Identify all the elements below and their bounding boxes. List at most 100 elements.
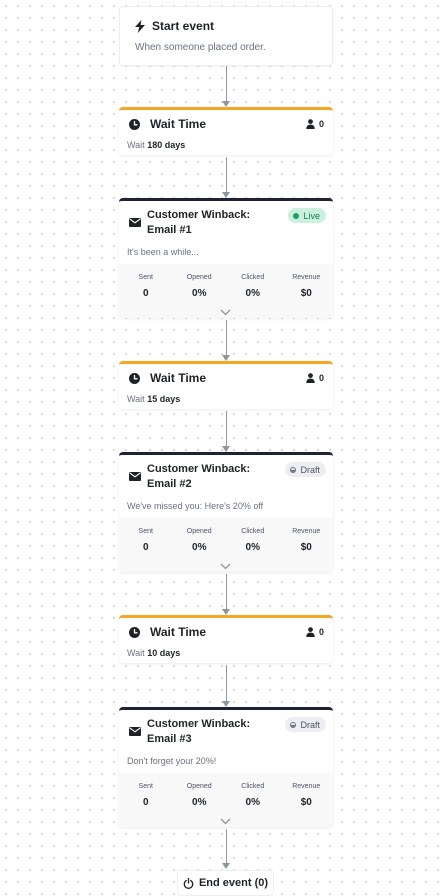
person-icon xyxy=(306,119,315,129)
people-count-value: 0 xyxy=(318,119,324,129)
status-badge: Draft xyxy=(285,717,326,732)
clock-icon xyxy=(129,626,140,638)
connector-line xyxy=(226,66,227,102)
connector-arrow xyxy=(222,863,230,869)
email-title: Customer Winback: Email #1 xyxy=(147,209,251,236)
envelope-icon xyxy=(129,218,141,227)
connector-line xyxy=(226,157,227,193)
email-node-2[interactable]: Customer Winback: Email #2 Draft We've m… xyxy=(119,452,333,572)
wait-prefix: Wait xyxy=(127,140,145,150)
wait-people-count: 0 xyxy=(306,119,324,129)
stat-revenue: Revenue $0 xyxy=(280,773,334,827)
stat-value: 0% xyxy=(192,797,207,808)
wait-duration: Wait 180 days xyxy=(127,140,185,150)
stat-label: Sent xyxy=(138,274,153,281)
wait-time-node-1[interactable]: Wait Time 0 Wait 180 days xyxy=(119,107,333,155)
wait-prefix: Wait xyxy=(127,648,145,658)
draft-icon xyxy=(290,466,297,473)
stat-revenue: Revenue $0 xyxy=(280,264,334,318)
stat-label: Revenue xyxy=(292,528,321,535)
wait-time-node-2[interactable]: Wait Time 0 Wait 15 days xyxy=(119,361,333,409)
wait-duration-value: 180 days xyxy=(147,140,186,150)
start-event-description: When someone placed order. xyxy=(135,42,266,53)
stat-opened: Opened 0% xyxy=(173,773,227,827)
wait-duration-value: 15 days xyxy=(147,394,181,404)
stat-opened: Opened 0% xyxy=(173,518,227,572)
email-title: Customer Winback: Email #2 xyxy=(147,463,251,490)
stat-label: Clicked xyxy=(241,274,265,281)
stat-value: 0% xyxy=(245,797,260,808)
wait-duration-value: 10 days xyxy=(147,648,181,658)
stat-value: $0 xyxy=(300,288,312,299)
start-event-title: Start event xyxy=(152,19,215,33)
stat-label: Clicked xyxy=(241,783,265,790)
status-badge-label: Draft xyxy=(300,719,320,730)
email-subject: It's been a while... xyxy=(127,247,199,257)
stat-value: 0% xyxy=(245,542,260,553)
start-event-node[interactable]: Start event When someone placed order. xyxy=(119,6,333,66)
lightning-bolt-icon xyxy=(135,19,145,33)
wait-people-count: 0 xyxy=(306,627,324,637)
power-icon xyxy=(183,877,194,889)
connector-line xyxy=(226,665,227,702)
start-event-header: Start event xyxy=(134,19,214,33)
chevron-down-icon[interactable] xyxy=(220,563,231,570)
wait-time-title: Wait Time xyxy=(150,117,207,131)
stat-sent: Sent 0 xyxy=(119,518,173,572)
stat-label: Sent xyxy=(138,783,153,790)
status-badge: Live xyxy=(288,208,326,223)
stat-label: Opened xyxy=(186,528,212,535)
stat-value: 0% xyxy=(192,288,207,299)
stat-opened: Opened 0% xyxy=(173,264,227,318)
chevron-down-icon[interactable] xyxy=(220,818,231,825)
end-event-label: End event (0) xyxy=(198,877,269,889)
wait-duration: Wait 10 days xyxy=(127,648,180,658)
connector-line xyxy=(226,574,227,610)
stat-value: 0 xyxy=(142,542,149,553)
stat-label: Sent xyxy=(138,528,153,535)
connector-line xyxy=(226,411,227,447)
stat-value: 0% xyxy=(192,542,207,553)
stat-clicked: Clicked 0% xyxy=(226,518,280,572)
end-event-node[interactable]: End event (0) xyxy=(177,870,274,896)
wait-duration: Wait 15 days xyxy=(127,394,180,404)
stat-clicked: Clicked 0% xyxy=(226,773,280,827)
person-icon xyxy=(306,627,315,637)
stat-value: $0 xyxy=(300,797,312,808)
wait-time-title: Wait Time xyxy=(150,625,207,639)
wait-time-header: Wait Time xyxy=(129,117,206,131)
stat-label: Revenue xyxy=(292,274,321,281)
connector-line xyxy=(226,829,227,864)
stat-value: 0 xyxy=(142,797,149,808)
chevron-down-icon[interactable] xyxy=(220,309,231,316)
stat-label: Opened xyxy=(186,274,212,281)
wait-time-node-3[interactable]: Wait Time 0 Wait 10 days xyxy=(119,615,333,663)
stat-value: $0 xyxy=(300,542,312,553)
stat-sent: Sent 0 xyxy=(119,773,173,827)
status-badge-label: Live xyxy=(303,210,320,221)
stat-value: 0% xyxy=(245,288,260,299)
stat-sent: Sent 0 xyxy=(119,264,173,318)
email-node-3[interactable]: Customer Winback: Email #3 Draft Don't f… xyxy=(119,707,333,827)
email-title: Customer Winback: Email #3 xyxy=(147,718,251,745)
email-node-1[interactable]: Customer Winback: Email #1 Live It's bee… xyxy=(119,198,333,318)
stat-label: Revenue xyxy=(292,783,321,790)
people-count-value: 0 xyxy=(318,627,324,637)
stat-label: Opened xyxy=(186,783,212,790)
person-icon xyxy=(306,373,315,383)
connector-line xyxy=(226,320,227,356)
stat-value: 0 xyxy=(142,288,149,299)
stat-revenue: Revenue $0 xyxy=(280,518,334,572)
wait-time-header: Wait Time xyxy=(129,625,206,639)
status-badge-label: Draft xyxy=(300,464,320,475)
envelope-icon xyxy=(129,727,141,736)
stat-clicked: Clicked 0% xyxy=(226,264,280,318)
wait-time-header: Wait Time xyxy=(129,371,206,385)
live-dot-icon xyxy=(293,212,300,219)
people-count-value: 0 xyxy=(318,373,324,383)
clock-icon xyxy=(129,118,140,130)
email-subject: We've missed you: Here's 20% off xyxy=(127,501,264,511)
email-subject: Don't forget your 20%! xyxy=(127,756,217,766)
wait-time-title: Wait Time xyxy=(150,371,207,385)
wait-prefix: Wait xyxy=(127,394,145,404)
